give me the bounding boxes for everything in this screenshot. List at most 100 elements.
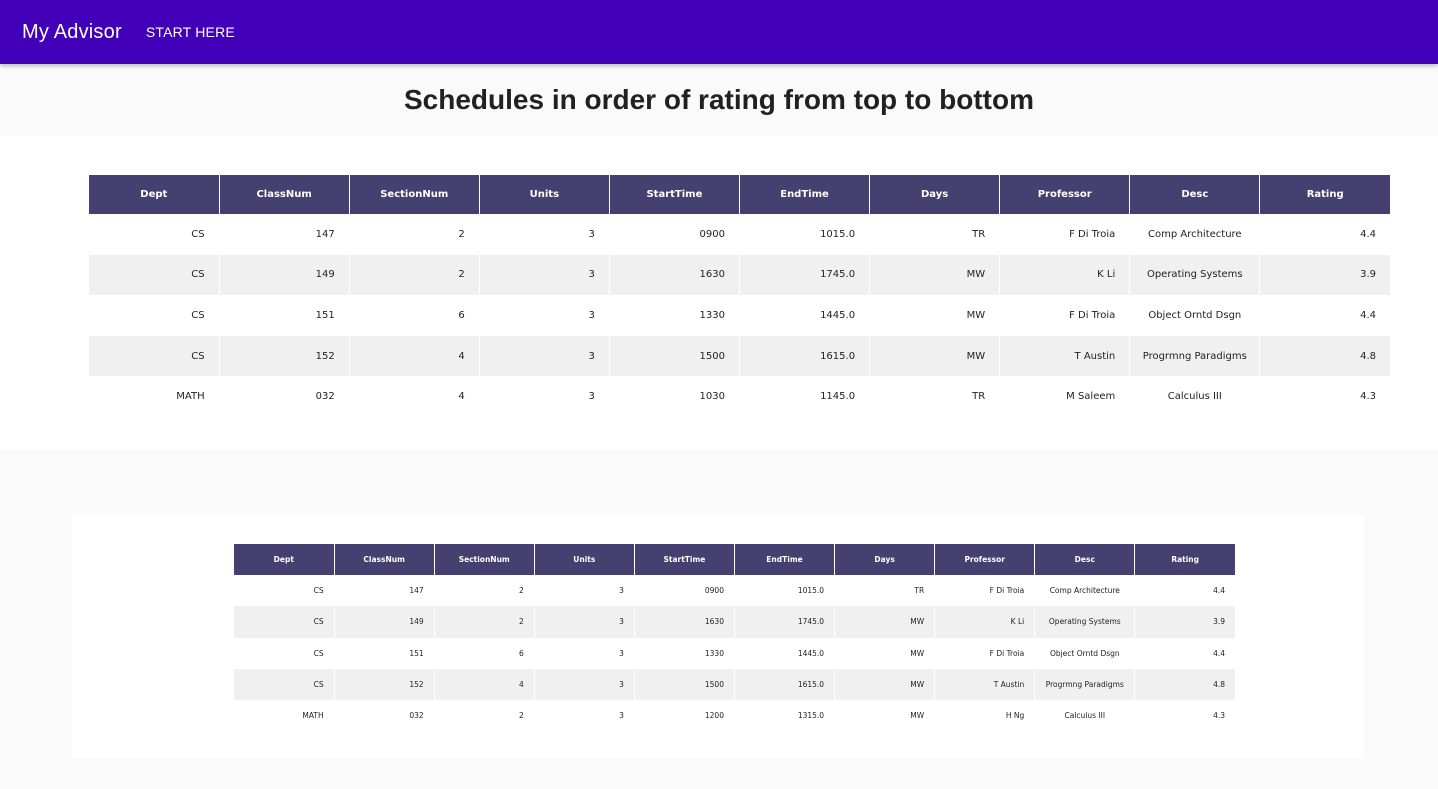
table-row: MATH 032 2 3 1200 1315.0 MW H Ng Calculus III 4.3 bbox=[234, 700, 1235, 732]
cell-classnum: 032 bbox=[334, 700, 435, 732]
table-row: CS 152 4 3 1500 1615.0 MW T Austin Progrmng Para… bbox=[234, 668, 1235, 701]
cell-dept: CS bbox=[89, 335, 220, 377]
cell-dept: CS bbox=[234, 606, 335, 638]
cell-starttime: 1630 bbox=[634, 606, 735, 638]
cell-days: MW bbox=[834, 637, 936, 669]
cell-classnum: 152 bbox=[219, 335, 350, 377]
cell-sectionnum: 2 bbox=[434, 606, 535, 638]
cell-desc: Calculus III bbox=[1129, 376, 1261, 417]
table-row: CS 149 2 3 1630 1745.0 MW K Li Operating Systems… bbox=[234, 606, 1235, 638]
column-header-dept: Dept bbox=[234, 544, 335, 575]
cell-rating: 4.3 bbox=[1259, 376, 1390, 417]
cell-dept: CS bbox=[89, 214, 220, 255]
cell-desc: Object Orntd Dsgn bbox=[1129, 295, 1261, 336]
cell-professor: K Li bbox=[999, 254, 1131, 296]
cell-units: 3 bbox=[479, 335, 610, 377]
cell-units: 3 bbox=[534, 606, 635, 638]
cell-endtime: 1015.0 bbox=[739, 214, 871, 255]
cell-days: TR bbox=[869, 376, 1001, 417]
schedule-table-1: Dept ClassNum SectionNum Units StartTime EndT… bbox=[89, 175, 1390, 417]
column-header-units: Units bbox=[534, 544, 635, 575]
cell-classnum: 147 bbox=[219, 214, 350, 255]
column-header-rating: Rating bbox=[1134, 544, 1235, 575]
cell-sectionnum: 2 bbox=[434, 575, 535, 607]
cell-endtime: 1615.0 bbox=[734, 668, 836, 701]
cell-days: MW bbox=[869, 295, 1001, 336]
cell-dept: CS bbox=[89, 254, 220, 296]
cell-professor: F Di Troia bbox=[999, 214, 1131, 255]
cell-dept: CS bbox=[234, 575, 335, 607]
column-header-starttime: StartTime bbox=[609, 175, 740, 214]
cell-desc: Progrmng Paradigms bbox=[1129, 335, 1261, 377]
cell-units: 3 bbox=[534, 637, 635, 669]
table-header-row: Dept ClassNum SectionNum Units StartTime EndT… bbox=[234, 544, 1235, 575]
cell-desc: Operating Systems bbox=[1129, 254, 1261, 296]
schedule-card-1: Dept ClassNum SectionNum Units StartTime EndT… bbox=[0, 136, 1438, 450]
schedule-table-2: Dept ClassNum SectionNum Units StartTime EndT… bbox=[234, 544, 1235, 732]
cell-desc: Operating Systems bbox=[1034, 606, 1136, 638]
cell-units: 3 bbox=[479, 295, 610, 336]
table-row: CS 152 4 3 1500 1615.0 MW T Austin Progrmng Para… bbox=[89, 335, 1390, 377]
cell-sectionnum: 4 bbox=[349, 376, 480, 417]
cell-endtime: 1745.0 bbox=[734, 606, 836, 638]
cell-endtime: 1445.0 bbox=[734, 637, 836, 669]
app-title[interactable]: My Advisor bbox=[22, 21, 122, 44]
cell-dept: MATH bbox=[234, 700, 335, 732]
column-header-sectionnum: SectionNum bbox=[349, 175, 480, 214]
column-header-sectionnum: SectionNum bbox=[434, 544, 535, 575]
cell-endtime: 1445.0 bbox=[739, 295, 871, 336]
cell-professor: M Saleem bbox=[999, 376, 1131, 417]
cell-desc: Object Orntd Dsgn bbox=[1034, 637, 1136, 669]
column-header-desc: Desc bbox=[1129, 175, 1261, 214]
page-title: Schedules in order of rating from top to… bbox=[404, 84, 1034, 115]
cell-rating: 3.9 bbox=[1134, 606, 1235, 638]
cell-sectionnum: 6 bbox=[434, 637, 535, 669]
start-here-button[interactable]: START HERE bbox=[146, 24, 235, 40]
cell-starttime: 1500 bbox=[609, 335, 740, 377]
cell-starttime: 1630 bbox=[609, 254, 740, 296]
column-header-dept: Dept bbox=[89, 175, 220, 214]
column-header-days: Days bbox=[869, 175, 1001, 214]
table-row: CS 149 2 3 1630 1745.0 MW K Li Operating Systems… bbox=[89, 254, 1390, 296]
cell-sectionnum: 6 bbox=[349, 295, 480, 336]
cell-rating: 4.3 bbox=[1134, 700, 1235, 732]
cell-rating: 4.4 bbox=[1259, 295, 1390, 336]
cell-units: 3 bbox=[534, 575, 635, 607]
schedule-card-2: Dept ClassNum SectionNum Units StartTime EndT… bbox=[72, 515, 1364, 758]
table-row: CS 147 2 3 0900 1015.0 TR F Di Troia Comp Archit… bbox=[234, 575, 1235, 607]
cell-units: 3 bbox=[479, 376, 610, 417]
cell-starttime: 1330 bbox=[634, 637, 735, 669]
column-header-classnum: ClassNum bbox=[219, 175, 350, 214]
cell-days: MW bbox=[834, 700, 936, 732]
table-row: CS 151 6 3 1330 1445.0 MW F Di Troia Object Ornt… bbox=[234, 637, 1235, 669]
column-header-endtime: EndTime bbox=[739, 175, 871, 214]
cell-dept: CS bbox=[234, 637, 335, 669]
cell-days: MW bbox=[869, 254, 1001, 296]
cell-classnum: 032 bbox=[219, 376, 350, 417]
cell-days: MW bbox=[869, 335, 1001, 377]
cell-endtime: 1145.0 bbox=[739, 376, 871, 417]
cell-sectionnum: 4 bbox=[349, 335, 480, 377]
cell-sectionnum: 2 bbox=[349, 254, 480, 296]
cell-professor: F Di Troia bbox=[934, 637, 1036, 669]
cell-days: TR bbox=[834, 575, 936, 607]
cell-units: 3 bbox=[479, 254, 610, 296]
cell-dept: CS bbox=[89, 295, 220, 336]
cell-sectionnum: 4 bbox=[434, 668, 535, 701]
cell-starttime: 0900 bbox=[609, 214, 740, 255]
cell-endtime: 1615.0 bbox=[739, 335, 871, 377]
table-header-row: Dept ClassNum SectionNum Units StartTime EndT… bbox=[89, 175, 1390, 214]
cell-starttime: 1030 bbox=[609, 376, 740, 417]
cell-sectionnum: 2 bbox=[434, 700, 535, 732]
cell-rating: 3.9 bbox=[1259, 254, 1390, 296]
cell-classnum: 151 bbox=[334, 637, 435, 669]
cell-classnum: 152 bbox=[334, 668, 435, 701]
cell-rating: 4.8 bbox=[1259, 335, 1390, 377]
cell-starttime: 1500 bbox=[634, 668, 735, 701]
cell-professor: K Li bbox=[934, 606, 1036, 638]
cell-endtime: 1745.0 bbox=[739, 254, 871, 296]
cell-rating: 4.4 bbox=[1259, 214, 1390, 255]
cell-starttime: 0900 bbox=[634, 575, 735, 607]
cell-endtime: 1315.0 bbox=[734, 700, 836, 732]
column-header-rating: Rating bbox=[1259, 175, 1390, 214]
